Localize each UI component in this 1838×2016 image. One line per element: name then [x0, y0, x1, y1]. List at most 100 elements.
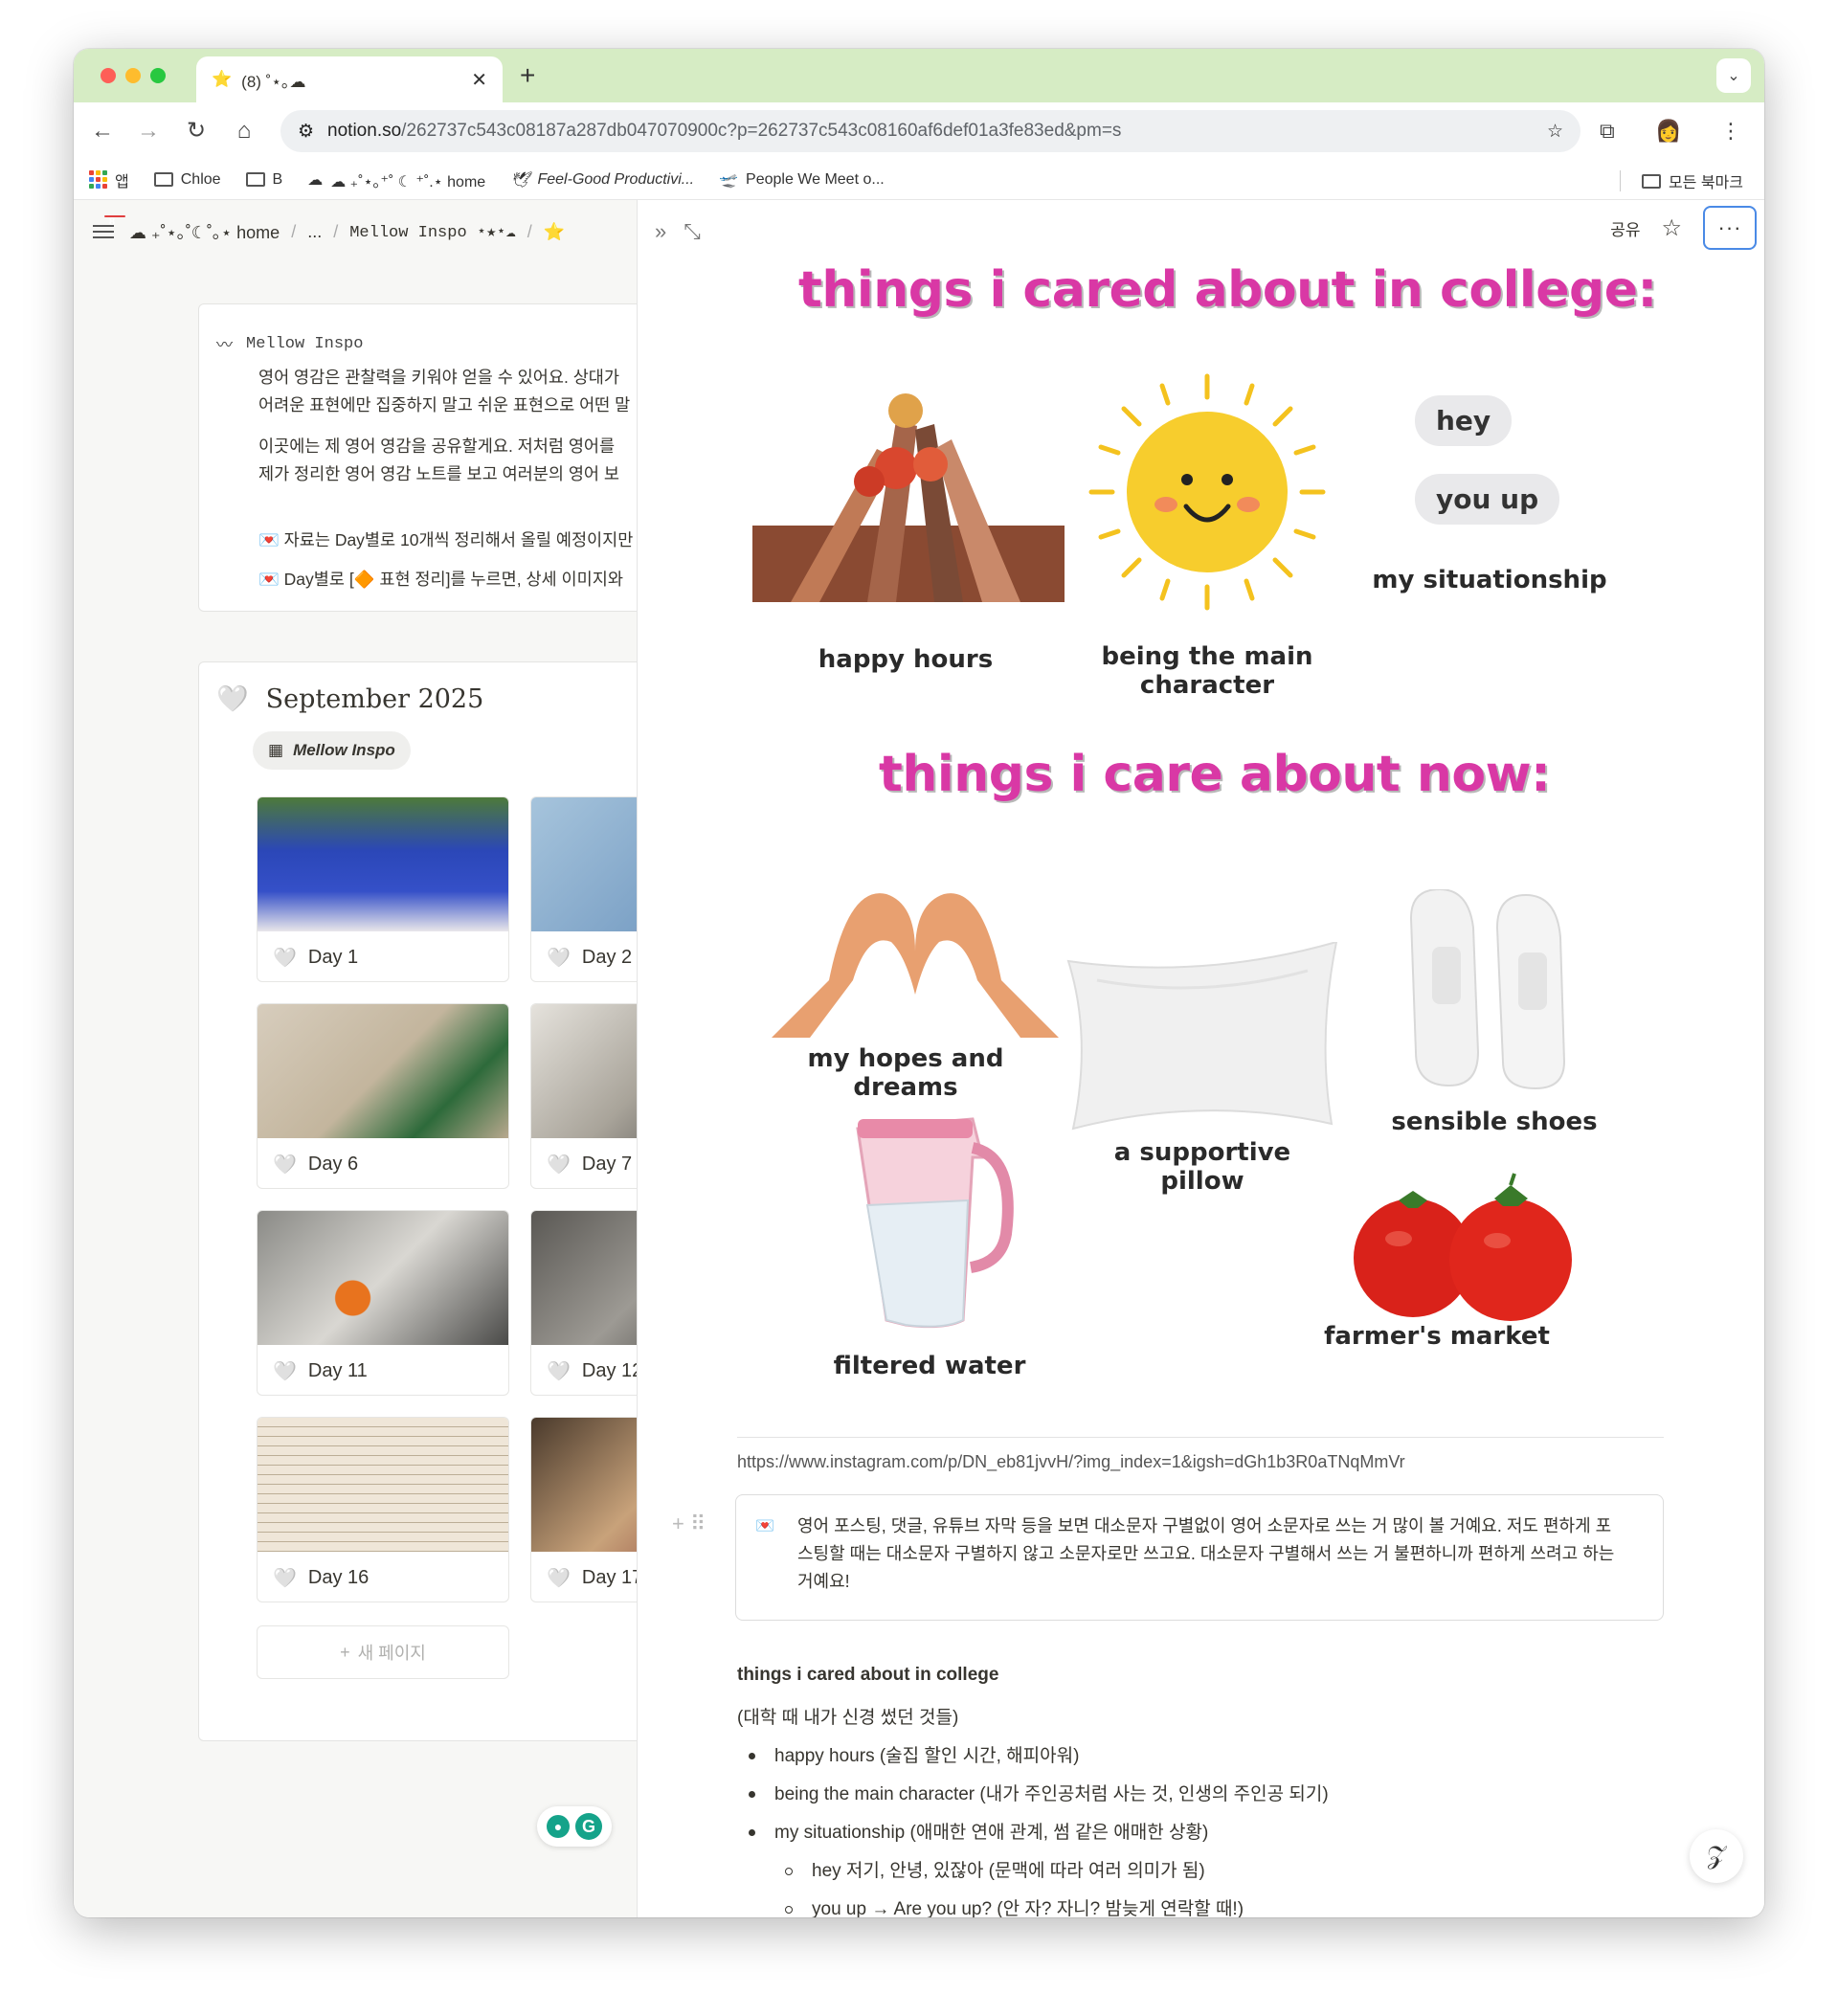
collapse-peek-icon[interactable]: »	[655, 219, 666, 244]
folder-icon	[1641, 173, 1661, 189]
database-title[interactable]: September 2025	[266, 684, 484, 714]
breadcrumb-ellipsis[interactable]: ...	[307, 222, 322, 242]
callout-line: 💌 자료는 Day별로 10개씩 정리해서 올릴 예정이지만	[258, 530, 634, 549]
extensions-puzzle-icon[interactable]: ⧉	[1600, 116, 1615, 146]
notification-badge: 8	[104, 215, 125, 228]
instagram-link[interactable]: https://www.instagram.com/p/DN_eb81jvvH/…	[737, 1452, 1405, 1472]
list-item: being the main character (내가 주인공처럼 사는 것,…	[749, 1780, 1329, 1805]
gallery-card[interactable]: 🤍 Day 7	[530, 1003, 637, 1189]
bookmarks-bar: 앱 Chloe B ☁ ☁︎ ₊˚⋆｡⁺˚ ☾ ⁺˚.⋆ home 🕊 Feel-G…	[74, 160, 1764, 200]
bookmark-home[interactable]: ☁ ☁︎ ₊˚⋆｡⁺˚ ☾ ⁺˚.⋆ home	[307, 168, 485, 191]
tab-bar: ⭐ (8) ˚⋆｡☁ ✕ + ⌄	[74, 49, 1764, 102]
bookmark-people-we-meet[interactable]: 🛫 People We Meet o...	[719, 170, 885, 190]
profile-avatar[interactable]: 👩	[1655, 116, 1681, 146]
wave-icon: 〰	[216, 338, 233, 356]
list-subitem: hey 저기, 안녕, 있잖아 (문맥에 따라 여러 의미가 됨)	[785, 1856, 1205, 1882]
plus-icon: +	[340, 1642, 350, 1662]
love-letter-icon: 💌	[755, 1518, 774, 1534]
address-bar[interactable]: ⚙ notion.so/262737c543c08187a287db047070…	[280, 110, 1580, 152]
browser-menu-icon[interactable]: ⋮	[1720, 116, 1741, 146]
page-peek-panel: » ⤡ 공유 ☆ ··· things i cared about in col…	[637, 200, 1764, 1917]
card-cover	[531, 1211, 637, 1345]
label-farmers-market: farmer's market	[1324, 1322, 1550, 1351]
bookmark-star-icon[interactable]: ☆	[1547, 121, 1563, 143]
heart-icon: 🤍	[547, 1360, 571, 1382]
heart-icon: 🤍	[547, 1154, 571, 1176]
heart-icon: 🤍	[273, 947, 297, 969]
more-options-button[interactable]: ···	[1703, 206, 1757, 250]
notion-ai-button[interactable]: 𝒵	[1690, 1829, 1743, 1883]
close-tab-icon[interactable]: ✕	[471, 68, 487, 92]
label-main-character: being the main character	[1101, 642, 1313, 700]
zoom-window-button[interactable]	[150, 68, 166, 83]
active-tab[interactable]: ⭐ (8) ˚⋆｡☁ ✕	[196, 56, 503, 102]
water-pitcher-illustration	[856, 1117, 1014, 1329]
lightbulb-icon: ●	[547, 1815, 570, 1838]
infographic-header-now: things i care about now:	[879, 746, 1551, 803]
apps-grid-icon	[89, 170, 107, 189]
pillow-illustration	[1066, 942, 1338, 1131]
white-sneakers-illustration	[1409, 889, 1566, 1090]
card-cover	[531, 797, 637, 931]
minimize-window-button[interactable]	[125, 68, 141, 83]
grammarly-widget[interactable]: ● G	[537, 1806, 612, 1847]
reload-icon[interactable]: ↻	[181, 116, 212, 146]
bookmark-chloe[interactable]: Chloe	[153, 171, 221, 189]
bookmark-apps[interactable]: 앱	[89, 168, 129, 191]
label-filtered-water: filtered water	[833, 1352, 1026, 1380]
star-favicon-icon: ⭐	[212, 70, 233, 88]
star-icon[interactable]: ⭐	[544, 222, 565, 242]
callout-line: 제가 정리한 영어 영감 노트를 보고 여러분의 영어 보	[258, 464, 619, 483]
heart-hands-illustration	[772, 893, 1059, 1038]
list-item: happy hours (술집 할인 시간, 해피아워)	[749, 1741, 1079, 1767]
tab-search-chevron-icon[interactable]: ⌄	[1716, 58, 1751, 93]
intro-callout: 〰 Mellow Inspo 영어 영감은 관찰력을 키워야 얻을 수 있어요.…	[198, 303, 637, 612]
forward-arrow-icon[interactable]: →	[133, 116, 164, 146]
card-cover	[531, 1418, 637, 1552]
url-path: /262737c543c08187a287db047070900c?p=2627…	[401, 121, 1122, 141]
breadcrumb-page[interactable]: Mellow Inspo ⋆★⋆☁	[349, 222, 516, 242]
card-cover	[258, 1418, 508, 1552]
back-arrow-icon[interactable]: ←	[87, 116, 118, 146]
bookmark-feel-good[interactable]: 🕊 Feel-Good Productivi...	[510, 170, 694, 190]
card-cover	[258, 797, 508, 931]
site-settings-icon[interactable]: ⚙	[298, 121, 314, 143]
gallery-card[interactable]: 🤍 Day 17	[530, 1417, 637, 1602]
label-sensible-shoes: sensible shoes	[1391, 1108, 1598, 1136]
all-bookmarks[interactable]: 모든 북마크	[1619, 169, 1743, 192]
gallery-card[interactable]: 🤍 Day 1	[257, 796, 509, 982]
new-tab-button[interactable]: +	[520, 60, 535, 91]
heart-icon: 🤍	[547, 947, 571, 969]
new-page-button[interactable]: + 새 페이지	[257, 1625, 509, 1679]
notes-subheading: (대학 때 내가 신경 썼던 것들)	[737, 1708, 959, 1728]
gallery-card[interactable]: 🤍 Day 16	[257, 1417, 509, 1602]
breadcrumb: 8 ☁︎ ₊˚⋆｡˚☾˚｡⋆ home / ... / Mellow Inspo…	[93, 215, 565, 244]
sidebar-menu-icon[interactable]: 8	[93, 215, 125, 242]
callout-text: 영어 포스팅, 댓글, 유튜브 자막 등을 보면 대소문자 구별없이 영어 소문…	[797, 1516, 1615, 1591]
gallery-card[interactable]: 🤍 Day 2	[530, 796, 637, 982]
close-window-button[interactable]	[101, 68, 116, 83]
browser-window: ⭐ (8) ˚⋆｡☁ ✕ + ⌄ ← → ↻ ⌂ ⚙ notion.so/262…	[74, 49, 1764, 1917]
callout-line: 이곳에는 제 영어 영감을 공유할게요. 저처럼 영어를	[258, 437, 616, 456]
tomatoes-illustration	[1354, 1173, 1572, 1321]
gallery-view-tab[interactable]: ▦ Mellow Inspo	[253, 731, 411, 770]
gallery-card[interactable]: 🤍 Day 6	[257, 1003, 509, 1189]
heart-icon: 🤍	[273, 1567, 297, 1589]
page-icon: ☁	[307, 171, 324, 189]
notes-heading: things i cared about in college	[737, 1665, 999, 1685]
heart-icon: 🤍	[273, 1360, 297, 1382]
label-hopes-dreams: my hopes and dreams	[807, 1044, 1004, 1102]
toast-hands-illustration	[752, 393, 1065, 602]
smiling-sun-illustration	[1088, 373, 1326, 611]
block-handle[interactable]: + ⠿	[672, 1512, 706, 1536]
expand-icon[interactable]: ⤡	[684, 219, 701, 244]
share-button[interactable]: 공유	[1610, 216, 1640, 240]
gallery-card[interactable]: 🤍 Day 11	[257, 1210, 509, 1396]
favorite-star-icon[interactable]: ☆	[1661, 214, 1682, 242]
divider	[737, 1437, 1664, 1438]
breadcrumb-home[interactable]: ☁︎ ₊˚⋆｡˚☾˚｡⋆ home	[129, 219, 280, 244]
gallery-card[interactable]: 🤍 Day 12	[530, 1210, 637, 1396]
callout-line: 영어 영감은 관찰력을 키워야 얻을 수 있어요. 상대가	[258, 368, 619, 387]
home-icon[interactable]: ⌂	[229, 116, 259, 146]
bookmark-b[interactable]: B	[245, 171, 282, 189]
